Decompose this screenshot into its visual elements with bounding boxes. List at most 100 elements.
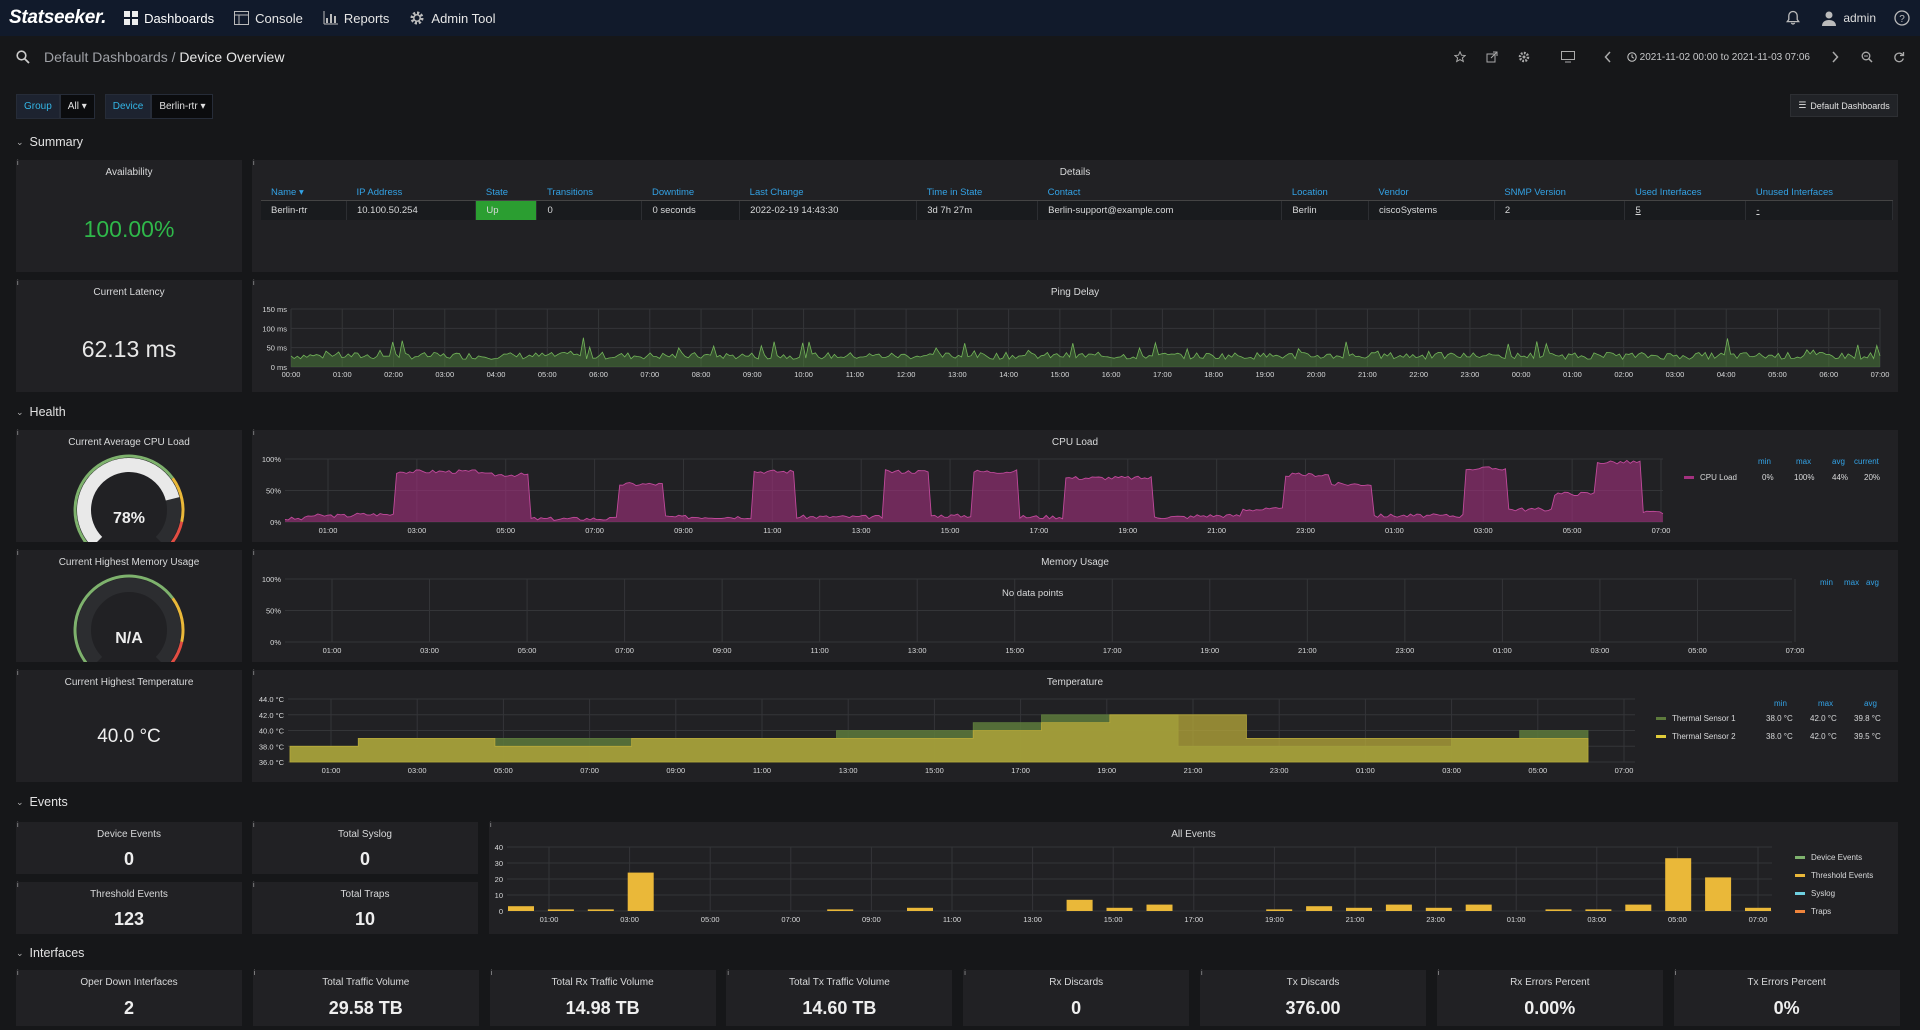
legend-threshold-events[interactable]: Threshold Events: [1795, 871, 1873, 880]
event-bar[interactable]: [1266, 909, 1293, 911]
temperature-chart[interactable]: 44.0 °C 42.0 °C 40.0 °C 38.0 °C 36.0 °C 01:00…: [252, 670, 1652, 782]
cpu-load-chart[interactable]: 100% 50% 0% 01:00 03:00 05:00 07:00 09:00 11:00 1…: [252, 430, 1672, 542]
breadcrumb-parent[interactable]: Default Dashboards /: [44, 49, 176, 65]
group-variable-select[interactable]: All ▾: [59, 94, 95, 119]
default-dashboards-link[interactable]: ☰ Default Dashboards: [1790, 94, 1898, 117]
legend-device-events[interactable]: Device Events: [1795, 853, 1862, 862]
legend-thermal-sensor-2[interactable]: Thermal Sensor 2: [1656, 732, 1736, 741]
interface-stat-panel: i Total Tx Traffic Volume 14.60 TB: [726, 970, 953, 1026]
event-bar[interactable]: [827, 909, 854, 911]
event-bar[interactable]: [907, 907, 933, 911]
time-range-picker[interactable]: 2021-11-02 00:00 to 2021-11-03 07:06: [1626, 52, 1810, 63]
nav-admin-tool[interactable]: Admin Tool: [409, 10, 495, 26]
x-tick-label: 09:00: [674, 526, 693, 535]
user-name[interactable]: admin: [1843, 11, 1876, 25]
event-bar[interactable]: [1665, 858, 1692, 911]
user-icon[interactable]: [1821, 10, 1837, 26]
event-bar[interactable]: [627, 872, 654, 911]
refresh-icon: [1894, 52, 1905, 63]
event-bar[interactable]: [1346, 907, 1372, 911]
row-health[interactable]: ⌄ Health: [16, 405, 66, 419]
search-icon[interactable]: [16, 50, 30, 64]
x-tick-label: 01:00: [540, 915, 559, 924]
event-bar[interactable]: [1705, 877, 1732, 911]
memory-usage-chart[interactable]: 100% 50% 0% 01:00 03:00 05:00 07:00 09:00 11:00 1…: [252, 550, 1812, 662]
event-bar[interactable]: [1545, 909, 1572, 911]
row-interfaces[interactable]: ⌄ Interfaces: [16, 946, 84, 960]
star-button[interactable]: [1447, 46, 1473, 68]
row-events-title: Events: [29, 795, 68, 809]
legend-series-name: Traps: [1811, 907, 1832, 916]
event-bar[interactable]: [1066, 899, 1093, 911]
event-bar[interactable]: [1745, 907, 1771, 911]
device-variable-select[interactable]: Berlin-rtr ▾: [151, 94, 214, 119]
monitor-icon: [1560, 51, 1575, 63]
legend-traps[interactable]: Traps: [1795, 907, 1831, 916]
chevron-right-icon: [1832, 51, 1839, 63]
nav-console[interactable]: Console: [234, 11, 303, 26]
x-tick-label: 01:00: [322, 766, 341, 775]
legend-min-value: 0%: [1762, 473, 1774, 482]
settings-button[interactable]: [1511, 46, 1537, 68]
legend-header-avg: avg: [1864, 699, 1877, 708]
time-forward-button[interactable]: [1822, 46, 1848, 68]
event-bar[interactable]: [1106, 907, 1133, 911]
event-bar[interactable]: [1306, 906, 1333, 911]
row-events[interactable]: ⌄ Events: [16, 795, 68, 809]
statseeker-logo[interactable]: Statseeker.: [9, 7, 106, 29]
help-icon[interactable]: ?: [1894, 10, 1910, 26]
total-traps-panel: i Total Traps 10: [252, 882, 478, 934]
breadcrumb[interactable]: Default Dashboards / Device Overview: [44, 49, 284, 65]
y-tick-label: 0%: [270, 638, 281, 647]
column-header: Location: [1281, 185, 1369, 201]
table-cell: ciscoSystems: [1368, 200, 1495, 220]
nav-dashboards[interactable]: Dashboards: [124, 11, 214, 26]
availability-value: 100.00%: [83, 216, 175, 242]
row-summary-title: Summary: [29, 135, 84, 149]
x-tick-label: 17:00: [1103, 646, 1122, 655]
ping-delay-chart[interactable]: 150 ms100 ms50 ms0 ms00:00 01:00 02:00 03:0…: [252, 280, 1898, 392]
event-bar[interactable]: [1146, 904, 1173, 911]
event-bar[interactable]: [1585, 909, 1612, 911]
all-events-chart[interactable]: 40 30 20 10 0 01:00 03:00 05:00 07:00 09:00 11:00 1…: [489, 822, 1789, 934]
temperature-value: 40.0 °C: [97, 726, 161, 747]
nav-reports[interactable]: Reports: [323, 11, 389, 26]
event-bar[interactable]: [587, 909, 614, 911]
legend-series-name: Device Events: [1811, 853, 1863, 862]
x-tick-label: 03:00: [408, 766, 427, 775]
legend-cpu-load[interactable]: CPU Load: [1684, 473, 1737, 482]
details-panel: i Details Name ▾ IP Address State Transitio…: [252, 160, 1898, 272]
bell-icon[interactable]: [1785, 10, 1801, 26]
y-tick-label: 20: [495, 875, 503, 884]
tv-mode-button[interactable]: [1555, 46, 1581, 68]
x-tick-label: 03:00: [1474, 526, 1493, 535]
event-bar[interactable]: [1385, 904, 1412, 911]
column-header: Vendor: [1368, 185, 1495, 201]
legend-avg-value: 44%: [1832, 473, 1849, 482]
row-summary[interactable]: ⌄ Summary: [16, 135, 83, 149]
column-header[interactable]: Name ▾: [261, 185, 347, 201]
legend-min-value: 38.0 °C: [1766, 732, 1793, 741]
x-tick-label: 21:00: [1346, 915, 1365, 924]
column-header: Time in State: [916, 185, 1038, 201]
event-bar[interactable]: [1425, 907, 1452, 911]
legend-syslog[interactable]: Syslog: [1795, 889, 1835, 898]
x-tick-label: 15:00: [925, 766, 944, 775]
zoom-out-button[interactable]: [1854, 46, 1880, 68]
refresh-button[interactable]: [1886, 46, 1912, 68]
time-back-button[interactable]: [1595, 46, 1621, 68]
interface-stat-value: 0: [1071, 998, 1082, 1018]
event-bar[interactable]: [508, 906, 534, 911]
column-header: State: [475, 185, 537, 201]
event-bar[interactable]: [1465, 904, 1492, 911]
x-tick-label: 03:00: [407, 526, 426, 535]
share-button[interactable]: [1479, 46, 1505, 68]
event-bar[interactable]: [1625, 904, 1652, 911]
interface-stat-value: 29.58 TB: [328, 998, 403, 1018]
table-cell[interactable]: 5: [1624, 200, 1747, 220]
interface-stat-panel: i Rx Errors Percent 0.00%: [1436, 970, 1663, 1026]
table-cell[interactable]: -: [1745, 200, 1893, 220]
legend-thermal-sensor-1[interactable]: Thermal Sensor 1: [1656, 714, 1736, 723]
event-bar[interactable]: [547, 909, 574, 911]
x-tick-label: 01:00: [1385, 526, 1404, 535]
